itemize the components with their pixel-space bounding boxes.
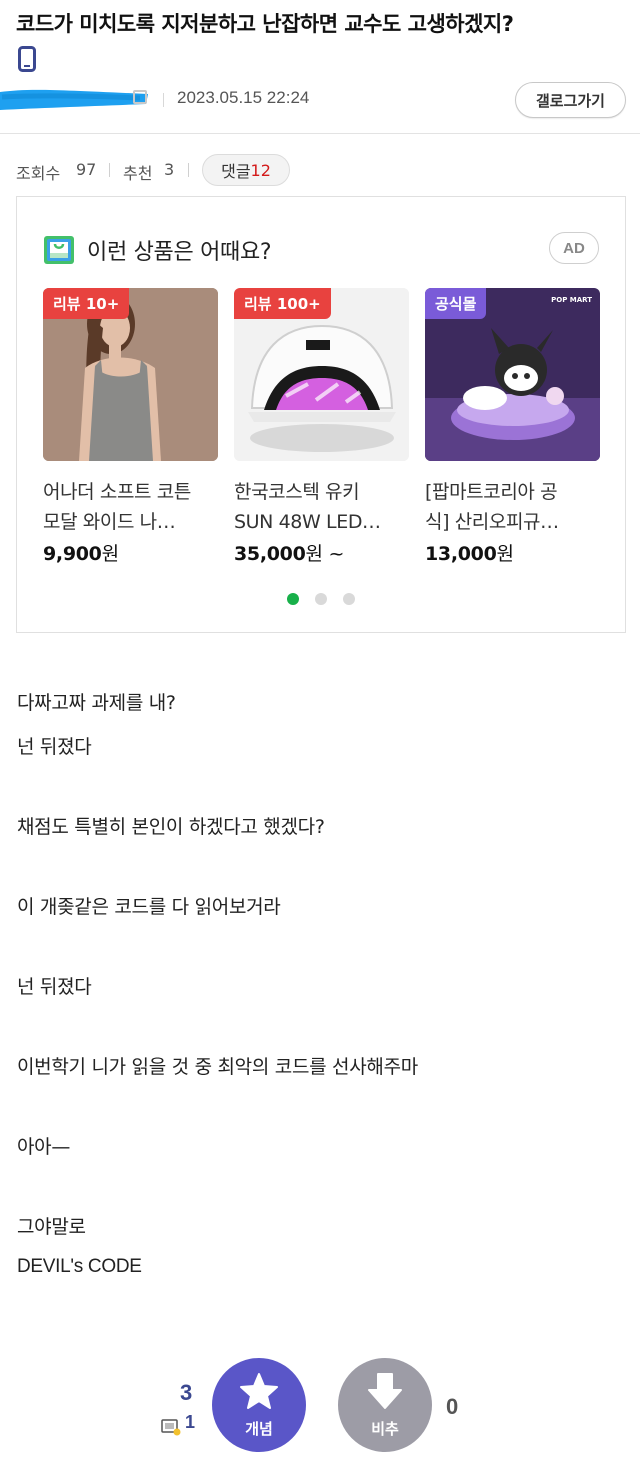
- product-card[interactable]: 공식몰 POP MART [팝마트코리아 공 식] 산리오피규… 13,000원: [425, 288, 600, 566]
- product-card[interactable]: 리뷰 10+ 어나더 소프트 코튼 모달 와이드 나… 9,900원: [43, 288, 218, 566]
- post-line: 넌 뒤졌다: [17, 976, 92, 998]
- meta-divider: [163, 93, 164, 107]
- product-name[interactable]: 어나더 소프트 코튼 모달 와이드 나…: [43, 477, 218, 537]
- post-line: 아아—: [17, 1136, 71, 1158]
- product-price: 35,000원 ~: [234, 543, 345, 565]
- vote-area: 3 1 개념 비추 0: [0, 1356, 640, 1465]
- product-image[interactable]: 리뷰 100+: [234, 288, 409, 461]
- comments-count: 12: [250, 160, 271, 180]
- views-count: 97: [76, 160, 97, 179]
- product-image[interactable]: 리뷰 10+: [43, 288, 218, 461]
- post-date: 2023.05.15 22:24: [177, 88, 310, 107]
- product-card[interactable]: 리뷰 100+ 한국코스텍 유키 SUN 48W LED… 35,000원 ~: [234, 288, 409, 566]
- arrow-down-icon: [365, 1372, 405, 1414]
- header-divider: [0, 133, 640, 134]
- stats-divider: [188, 163, 189, 177]
- post-meta-row: 2023.05.15 22:24 갤로그가기: [0, 80, 640, 120]
- post-line: 이번학기 니가 읽을 것 중 최악의 코드를 선사해주마: [17, 1056, 418, 1078]
- fixed-recommend-icon: [161, 1418, 181, 1436]
- product-ad-box: 이런 상품은 어때요? AD 리뷰 10+ 어나더 소프트 코튼 모달 와이드 …: [16, 196, 626, 633]
- carousel-dot[interactable]: [343, 593, 355, 605]
- views-label: 조회수: [16, 164, 61, 183]
- post-line: 이 개좆같은 코드를 다 읽어보거라: [17, 896, 281, 918]
- gallog-button[interactable]: 갤로그가기: [515, 82, 626, 118]
- recommend-count-stat: 3: [164, 160, 175, 179]
- post-line: 다짜고짜 과제를 내?: [17, 692, 176, 714]
- post-line: 그야말로: [17, 1216, 86, 1238]
- post-line: 채점도 특별히 본인이 하겠다고 했겠다?: [17, 816, 325, 838]
- post-line: DEVIL's CODE: [17, 1256, 142, 1277]
- official-store-tag: 공식몰: [425, 288, 487, 319]
- carousel-dot-active[interactable]: [287, 593, 299, 605]
- unrecommend-button[interactable]: 비추: [338, 1358, 432, 1452]
- ad-badge[interactable]: AD: [549, 232, 599, 264]
- recommend-button[interactable]: 개념: [212, 1358, 306, 1452]
- product-name[interactable]: [팝마트코리아 공 식] 산리오피규…: [425, 477, 600, 537]
- comments-label: 댓글: [221, 162, 251, 181]
- review-count-tag: 리뷰 100+: [234, 288, 331, 319]
- recommend-label: 개념: [245, 1419, 273, 1438]
- product-price: 13,000원: [425, 543, 514, 565]
- shopping-bag-icon: [43, 233, 75, 265]
- member-type-icon: [133, 90, 147, 104]
- pop-mart-logo: POP MART: [551, 296, 592, 304]
- post-line: 넌 뒤졌다: [17, 736, 92, 758]
- star-icon: [239, 1372, 279, 1414]
- recommend-label: 추천: [123, 164, 153, 183]
- author-name-redacted[interactable]: [0, 84, 150, 114]
- ad-heading: 이런 상품은 어때요?: [87, 240, 272, 265]
- post-title: 코드가 미치도록 지저분하고 난잡하면 교수도 고생하겠지?: [16, 12, 514, 36]
- recommend-count: 3: [180, 1380, 193, 1405]
- mobile-phone-icon: [18, 46, 36, 72]
- unrecommend-label: 비추: [371, 1419, 399, 1438]
- comments-button[interactable]: 댓글 12: [202, 154, 290, 186]
- review-count-tag: 리뷰 10+: [43, 288, 130, 319]
- fixed-recommend-count: 1: [185, 1412, 196, 1432]
- unrecommend-count: 0: [446, 1394, 459, 1419]
- product-name[interactable]: 한국코스텍 유키 SUN 48W LED…: [234, 477, 409, 537]
- product-image[interactable]: 공식몰 POP MART: [425, 288, 600, 461]
- product-price: 9,900원: [43, 543, 119, 565]
- carousel-dot[interactable]: [315, 593, 327, 605]
- stats-divider: [109, 163, 110, 177]
